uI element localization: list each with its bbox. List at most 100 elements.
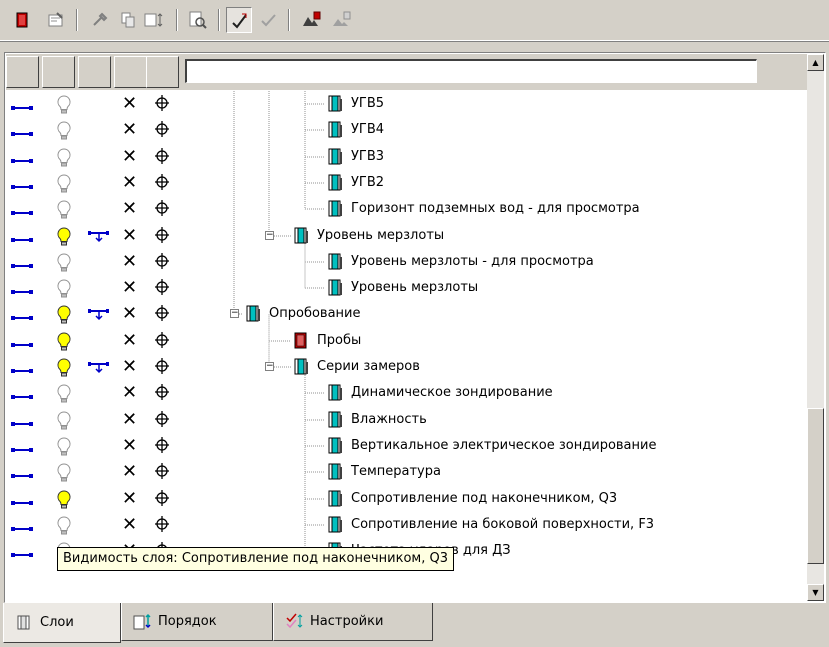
layer-label[interactable]: Опробование [269, 305, 360, 323]
layer-label[interactable]: Горизонт подземных вод - для просмотра [351, 200, 640, 218]
delete-icon[interactable]: ✕ [122, 146, 137, 168]
link-icon[interactable] [11, 127, 33, 136]
snap-crosshair-icon[interactable] [154, 330, 170, 354]
layer-label[interactable]: УГВ2 [351, 174, 384, 192]
delete-icon[interactable]: ✕ [122, 409, 137, 431]
layer-row[interactable]: ✕ УГВ5 [5, 91, 805, 117]
copy-icon[interactable] [116, 8, 140, 32]
link-icon[interactable] [11, 522, 33, 531]
layer-row[interactable]: ✕ Влажность [5, 407, 805, 433]
link-icon[interactable] [11, 417, 33, 426]
layer-row[interactable]: ✕ Уровень мерзлоты [5, 275, 805, 301]
layer-row[interactable]: ✕ Горизонт подземных вод - для просмотра [5, 196, 805, 222]
visibility-bulb-icon[interactable] [57, 253, 71, 273]
scroll-thumb[interactable] [807, 408, 824, 564]
layer-label[interactable]: УГВ3 [351, 148, 384, 166]
snap-crosshair-icon[interactable] [154, 251, 170, 275]
expand-toggle[interactable]: − [265, 362, 274, 371]
delete-icon[interactable]: ✕ [122, 382, 137, 404]
layer-label[interactable]: Уровень мерзлоты [317, 227, 444, 245]
link-icon[interactable] [11, 101, 33, 110]
snap-crosshair-icon[interactable] [154, 435, 170, 459]
visibility-bulb-icon[interactable] [57, 490, 71, 510]
snap-crosshair-icon[interactable] [154, 146, 170, 170]
link-icon[interactable] [11, 311, 33, 320]
link-icon[interactable] [11, 469, 33, 478]
visibility-bulb-icon[interactable] [57, 411, 71, 431]
snap-crosshair-icon[interactable] [154, 461, 170, 485]
layer-row[interactable]: ✕ − Опробование [5, 301, 805, 327]
tab-settings[interactable]: Настройки [273, 603, 433, 641]
red-layer-icon[interactable] [10, 8, 34, 32]
link-icon[interactable] [11, 390, 33, 399]
layer-row[interactable]: ✕ Вертикальное электрическое зондирование [5, 433, 805, 459]
scroll-down-button[interactable]: ▼ [807, 584, 824, 601]
layer-label[interactable]: Уровень мерзлоты - для просмотра [351, 253, 594, 271]
visibility-bulb-icon[interactable] [57, 95, 71, 115]
visibility-bulb-icon[interactable] [57, 332, 71, 352]
visibility-bulb-icon[interactable] [57, 174, 71, 194]
expand-toggle[interactable]: − [230, 309, 239, 318]
delete-icon[interactable]: ✕ [122, 172, 137, 194]
delete-icon[interactable]: ✕ [122, 330, 137, 352]
link-icon[interactable] [11, 443, 33, 452]
snap-crosshair-icon[interactable] [154, 119, 170, 143]
layer-row[interactable]: ✕ Динамическое зондирование [5, 380, 805, 406]
delete-icon[interactable]: ✕ [122, 119, 137, 141]
layer-label[interactable]: УГВ4 [351, 121, 384, 139]
layer-label[interactable]: Температура [351, 463, 441, 481]
snap-crosshair-icon[interactable] [154, 93, 170, 117]
visibility-bulb-icon[interactable] [57, 358, 71, 378]
visibility-bulb-icon[interactable] [57, 279, 71, 299]
column-link-header[interactable] [6, 56, 39, 88]
sort-icon[interactable] [142, 8, 166, 32]
link-icon[interactable] [11, 233, 33, 242]
visibility-bulb-icon[interactable] [57, 516, 71, 536]
link-icon[interactable] [11, 496, 33, 505]
snap-crosshair-icon[interactable] [154, 488, 170, 512]
filter-icon[interactable] [88, 230, 110, 244]
properties-icon[interactable] [44, 8, 68, 32]
snap-crosshair-icon[interactable] [154, 198, 170, 222]
delete-icon[interactable]: ✕ [122, 198, 137, 220]
layer-label[interactable]: Пробы [317, 332, 361, 350]
layer-filter-icon[interactable] [330, 8, 354, 32]
find-icon[interactable] [186, 8, 210, 32]
visibility-bulb-icon[interactable] [57, 384, 71, 404]
link-icon[interactable] [11, 259, 33, 268]
filter-icon[interactable] [88, 308, 110, 322]
delete-icon[interactable]: ✕ [122, 93, 137, 115]
layer-label[interactable]: УГВ5 [351, 95, 384, 113]
snap-crosshair-icon[interactable] [154, 172, 170, 196]
layer-row[interactable]: ✕ Пробы [5, 328, 805, 354]
snap-crosshair-icon[interactable] [154, 303, 170, 327]
visibility-bulb-icon[interactable] [57, 148, 71, 168]
link-icon[interactable] [11, 285, 33, 294]
layer-row[interactable]: ✕ УГВ4 [5, 117, 805, 143]
layer-label[interactable]: Вертикальное электрическое зондирование [351, 437, 656, 455]
check-brush-icon[interactable] [226, 7, 252, 33]
layer-row[interactable]: ✕ Уровень мерзлоты - для просмотра [5, 249, 805, 275]
layer-row[interactable]: ✕ − Серии замеров [5, 354, 805, 380]
snap-crosshair-icon[interactable] [154, 514, 170, 538]
visibility-bulb-icon[interactable] [57, 121, 71, 141]
snap-crosshair-icon[interactable] [154, 225, 170, 249]
layer-label[interactable]: Уровень мерзлоты [351, 279, 478, 297]
tab-order[interactable]: Порядок [121, 603, 273, 641]
tools-icon[interactable] [88, 8, 112, 32]
vertical-scrollbar[interactable]: ▲ ▼ [807, 54, 824, 601]
column-visibility-header[interactable] [42, 56, 75, 88]
expand-toggle[interactable]: − [265, 231, 274, 240]
visibility-bulb-icon[interactable] [57, 305, 71, 325]
layer-label[interactable]: Влажность [351, 411, 427, 429]
layer-row[interactable]: ✕ − Уровень мерзлоты [5, 223, 805, 249]
layer-row[interactable]: ✕ УГВ2 [5, 170, 805, 196]
snap-crosshair-icon[interactable] [154, 382, 170, 406]
link-icon[interactable] [11, 206, 33, 215]
visibility-bulb-icon[interactable] [57, 437, 71, 457]
layer-row[interactable]: ✕ Температура [5, 459, 805, 485]
layer-settings-icon[interactable] [300, 8, 324, 32]
delete-icon[interactable]: ✕ [122, 225, 137, 247]
layer-label[interactable]: Динамическое зондирование [351, 384, 553, 402]
visibility-bulb-icon[interactable] [57, 200, 71, 220]
